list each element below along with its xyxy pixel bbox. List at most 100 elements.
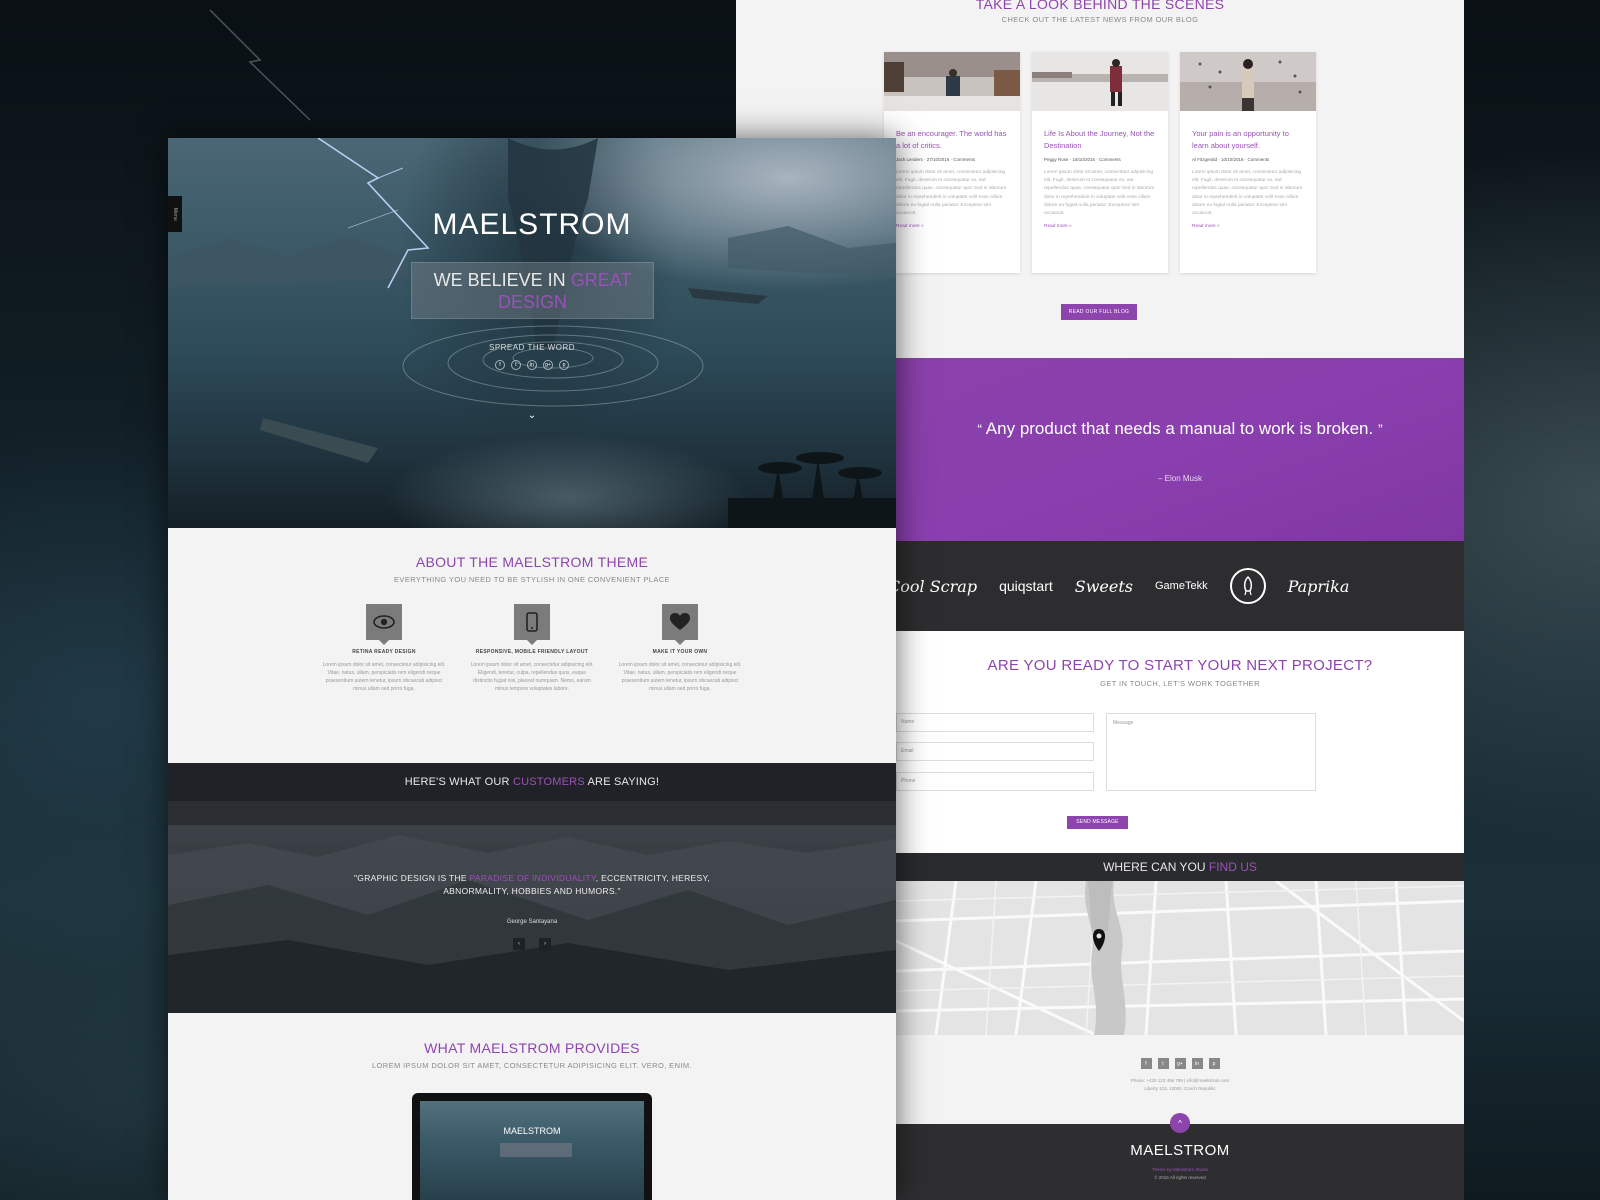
blog-subtitle: CHECK OUT THE LATEST NEWS FROM OUR BLOG <box>1001 15 1199 24</box>
footer-socials: f t g+ in p <box>896 1058 1464 1069</box>
eye-icon <box>366 604 402 645</box>
quote: “ Any product that needs a manual to wor… <box>936 418 1424 440</box>
hero-tagline: WE BELIEVE IN GREAT DESIGN <box>411 262 654 319</box>
blog-post-meta: Al Fitzgerald · 10/10/2016 · Comments <box>1192 157 1270 162</box>
feature-title: RETINA READY DESIGN <box>352 649 416 655</box>
read-more-link[interactable]: Read more » <box>1192 224 1304 229</box>
read-full-blog-button[interactable]: READ OUR FULL BLOG <box>1061 304 1137 320</box>
blog-post-excerpt: Lorem ipsum dolor sit amet, consectetur … <box>1192 170 1303 217</box>
twitter-icon[interactable]: t <box>1157 1058 1169 1069</box>
name-field[interactable]: Name <box>896 713 1094 732</box>
read-more-link[interactable]: Read more » <box>1044 224 1156 229</box>
client-logo: Paprika <box>1287 576 1350 596</box>
linkedin-icon[interactable]: in <box>527 360 537 370</box>
laptop-screen: MAELSTROM <box>420 1101 644 1200</box>
prev-arrow-icon[interactable]: ‹ <box>513 938 525 950</box>
client-logo: Cool Scrap <box>888 576 978 596</box>
footer-bottom: ^ MAELSTROM Theme by Maelstrom Studio © … <box>896 1113 1464 1200</box>
contact-title: ARE YOU READY TO START YOUR NEXT PROJECT… <box>987 657 1373 674</box>
quote-text: Any product that needs a manual to work … <box>985 419 1374 438</box>
blog-post-meta: Peggy Rose · 18/10/2016 · Comments <box>1044 157 1121 162</box>
feature-text: Lorem ipsum dolor sit amet, consectetur … <box>322 662 446 692</box>
contact-section: ARE YOU READY TO START YOUR NEXT PROJECT… <box>896 631 1464 853</box>
blog-post-title[interactable]: Life Is About the Journey, Not the Desti… <box>1044 128 1156 152</box>
left-page-preview: Menu MAELSTROM WE BELIEVE IN GREAT DESIG… <box>168 138 896 1200</box>
pinterest-icon[interactable]: p <box>559 360 569 370</box>
lightning-decoration <box>209 9 311 121</box>
find-us-prefix: WHERE CAN YOU <box>1103 860 1209 874</box>
blog-image <box>1180 52 1316 111</box>
blog-card[interactable]: Your pain is an opportunity to learn abo… <box>1180 52 1316 273</box>
about-section: ABOUT THE MAELSTROM THEME EVERYTHING YOU… <box>168 528 896 763</box>
laptop-screen-box <box>500 1143 572 1157</box>
hero-storm-illustration <box>168 138 896 528</box>
location-map[interactable] <box>896 881 1464 1035</box>
customers-divider <box>168 801 896 825</box>
blog-card[interactable]: Life Is About the Journey, Not the Desti… <box>1032 52 1168 273</box>
footer-contact-line: Phone: +420 123 456 789 | info@maelstrom… <box>1130 1078 1230 1083</box>
provides-section: WHAT MAELSTROM PROVIDES LOREM IPSUM DOLO… <box>168 1013 896 1200</box>
blog-post-meta: Jack Lenders · 27/10/2016 · Comments <box>896 157 976 162</box>
quote-prefix: "GRAPHIC DESIGN IS THE <box>353 873 470 883</box>
feature-list: RETINA READY DESIGN Lorem ipsum dolor si… <box>168 604 896 693</box>
heart-icon <box>662 604 698 645</box>
blog-post-title[interactable]: Be an encourager. The world has a lot of… <box>896 128 1008 152</box>
next-arrow-icon[interactable]: › <box>539 938 551 950</box>
send-message-button[interactable]: SEND MESSAGE <box>1067 816 1128 829</box>
laptop-screen-title: MAELSTROM <box>503 1126 561 1136</box>
back-to-top-icon[interactable]: ^ <box>1170 1113 1190 1133</box>
footer-address-line: Liberty 123, 12000, Czech Republic <box>1144 1086 1216 1091</box>
read-more-link[interactable]: Read more » <box>896 224 1008 229</box>
blog-image <box>884 52 1020 111</box>
blog-image <box>1032 52 1168 111</box>
testimonial-nav: ‹ › <box>168 938 896 950</box>
feature-text: Lorem ipsum dolor sit amet, consectetur … <box>618 662 742 692</box>
find-us-highlight: FIND US <box>1208 860 1257 874</box>
laptop-mockup: MAELSTROM <box>412 1093 652 1200</box>
linkedin-icon[interactable]: in <box>1191 1058 1203 1069</box>
google-plus-icon[interactable]: g+ <box>1174 1058 1186 1069</box>
customers-prefix: HERE'S WHAT OUR <box>404 776 513 788</box>
hero-title: MAELSTROM <box>432 208 632 241</box>
chevron-down-icon[interactable]: ⌄ <box>168 410 896 421</box>
footer-copyright: © 2016 All rights reserved <box>1154 1175 1206 1180</box>
blog-card[interactable]: Be an encourager. The world has a lot of… <box>884 52 1020 273</box>
tagline-prefix: WE BELIEVE IN <box>433 270 571 290</box>
customers-suffix: ARE SAYING! <box>584 776 660 788</box>
phone-field[interactable]: Phone <box>896 772 1094 791</box>
close-quote-icon: ” <box>1377 421 1383 437</box>
testimonial-quote: "GRAPHIC DESIGN IS THE PARADISE OF INDIV… <box>328 872 736 898</box>
footer-credit[interactable]: Theme by Maelstrom Studio <box>896 1167 1464 1172</box>
message-field[interactable]: Message <box>1106 713 1316 791</box>
hero-section: Menu MAELSTROM WE BELIEVE IN GREAT DESIG… <box>168 138 896 528</box>
feature-title: RESPONSIVE, MOBILE FRIENDLY LAYOUT <box>475 649 589 655</box>
customers-highlight: CUSTOMERS <box>512 776 585 788</box>
testimonial-section: "GRAPHIC DESIGN IS THE PARADISE OF INDIV… <box>168 825 896 1013</box>
rocket-logo-icon <box>1229 568 1266 604</box>
client-logo: GameTekk <box>1155 580 1208 592</box>
quote-author: – Elon Musk <box>1157 474 1203 483</box>
twitter-icon[interactable]: t <box>511 360 521 370</box>
mobile-icon <box>514 604 550 645</box>
blog-post-title[interactable]: Your pain is an opportunity to learn abo… <box>1192 128 1304 152</box>
feature-item: MAKE IT YOUR OWN Lorem ipsum dolor sit a… <box>618 604 742 693</box>
facebook-icon[interactable]: f <box>495 360 505 370</box>
contact-subtitle: GET IN TOUCH, LET'S WORK TOGETHER <box>1100 679 1260 688</box>
pinterest-icon[interactable]: p <box>1208 1058 1220 1069</box>
blog-post-excerpt: Lorem ipsum dolor sit amet, consectetur … <box>896 170 1007 217</box>
feature-item: RETINA READY DESIGN Lorem ipsum dolor si… <box>322 604 446 693</box>
blog-cards: Be an encourager. The world has a lot of… <box>884 52 1316 273</box>
facebook-icon[interactable]: f <box>1140 1058 1152 1069</box>
feature-title: MAKE IT YOUR OWN <box>652 649 708 655</box>
footer-top: f t g+ in p Phone: +420 123 456 789 | in… <box>896 1035 1464 1124</box>
google-plus-icon[interactable]: g+ <box>543 360 553 370</box>
footer-contact: Phone: +420 123 456 789 | info@maelstrom… <box>896 1077 1464 1093</box>
client-logo: quiqstart <box>999 578 1053 594</box>
footer-logo: MAELSTROM <box>1130 1142 1230 1159</box>
about-title: ABOUT THE MAELSTROM THEME <box>415 554 649 570</box>
quote-band: “ Any product that needs a manual to wor… <box>896 358 1464 541</box>
email-field[interactable]: Email <box>896 742 1094 761</box>
client-logo: Sweets <box>1074 576 1133 596</box>
open-quote-icon: “ <box>977 421 982 437</box>
blog-post-excerpt: Lorem ipsum dolor sit amet, consectetur … <box>1044 170 1155 217</box>
